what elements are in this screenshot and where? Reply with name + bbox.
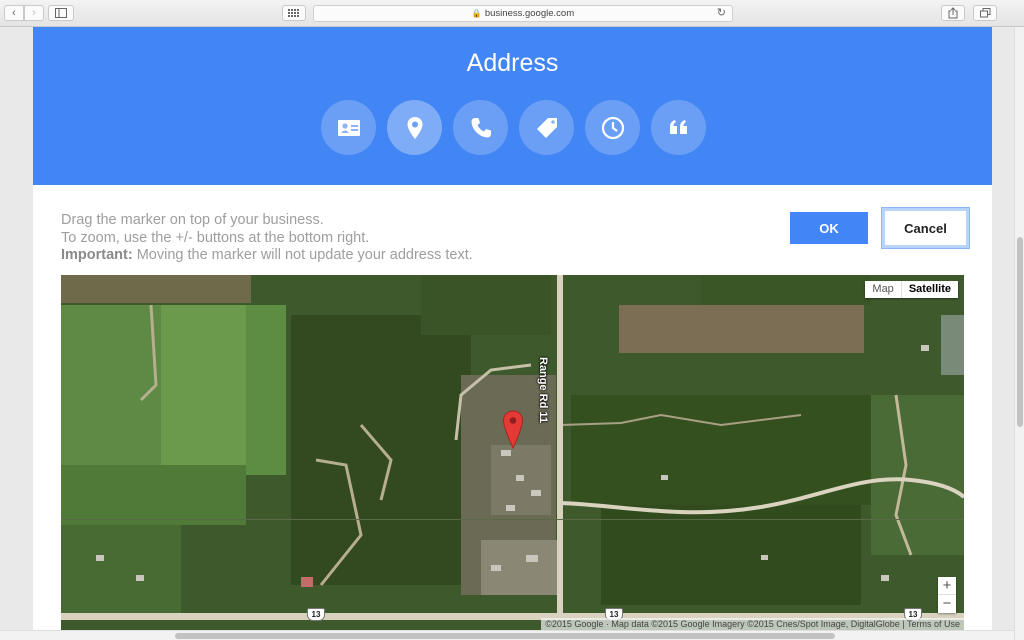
- zoom-in-button[interactable]: +: [938, 577, 956, 595]
- step-hours[interactable]: [585, 100, 640, 155]
- map-type-control: Map Satellite: [865, 281, 958, 298]
- vertical-scrollbar[interactable]: [1014, 27, 1024, 640]
- instruction-drag: Drag the marker on top of your business.: [61, 212, 324, 228]
- browser-toolbar: ‹ › 🔒 business.google.com ↻: [0, 0, 1024, 27]
- forward-button[interactable]: ›: [24, 5, 44, 21]
- cancel-button[interactable]: Cancel: [881, 207, 970, 249]
- back-button[interactable]: ‹: [4, 5, 24, 21]
- grid-icon: [288, 9, 299, 17]
- address-dialog: Address Drag the marker on top of your b…: [33, 27, 992, 640]
- step-description[interactable]: [651, 100, 706, 155]
- step-phone[interactable]: [453, 100, 508, 155]
- quote-icon: [669, 119, 687, 134]
- share-icon: [948, 7, 958, 19]
- important-text: Moving the marker will not update your a…: [132, 247, 473, 263]
- horizontal-scroll-thumb[interactable]: [175, 633, 835, 639]
- contact-card-icon: [337, 119, 360, 136]
- zoom-out-button[interactable]: −: [938, 595, 956, 613]
- dialog-header: Address: [33, 27, 992, 185]
- sidebar-toggle-button[interactable]: [48, 5, 74, 21]
- tag-icon: [536, 117, 557, 138]
- top-sites-button[interactable]: [282, 5, 306, 21]
- zoom-control: + −: [938, 577, 956, 613]
- satellite-imagery[interactable]: [61, 275, 964, 630]
- instruction-zoom: To zoom, use the +/- buttons at the bott…: [61, 229, 370, 246]
- url-text: business.google.com: [484, 8, 575, 19]
- sidebar-icon: [55, 8, 67, 18]
- map-type-map-button[interactable]: Map: [865, 281, 902, 298]
- phone-icon: [471, 117, 491, 137]
- highway-shield-left: 13: [307, 608, 325, 621]
- step-category[interactable]: [519, 100, 574, 155]
- show-tabs-button[interactable]: [973, 5, 997, 21]
- clock-icon: [601, 116, 624, 139]
- vertical-scroll-thumb[interactable]: [1017, 237, 1023, 427]
- instructions: Drag the marker on top of your business.…: [61, 212, 473, 265]
- step-contact-info[interactable]: [321, 100, 376, 155]
- horizontal-scrollbar[interactable]: [0, 630, 1014, 640]
- step-address[interactable]: [387, 100, 442, 155]
- step-navigation: [321, 100, 706, 155]
- important-label: Important:: [61, 247, 133, 263]
- tabs-icon: [979, 8, 990, 18]
- road-label: Range Rd 11: [537, 357, 549, 424]
- page-title: Address: [466, 49, 559, 77]
- address-bar[interactable]: 🔒 business.google.com ↻: [313, 5, 733, 22]
- location-pin-icon: [407, 116, 422, 139]
- map-view[interactable]: Range Rd 11 13 13 13 Map Satellite + − ©…: [61, 275, 964, 630]
- ok-button[interactable]: OK: [790, 212, 868, 244]
- map-attribution: ©2015 Google · Map data ©2015 Google Ima…: [541, 618, 964, 630]
- reload-icon[interactable]: ↻: [717, 6, 726, 21]
- share-button[interactable]: [941, 5, 965, 21]
- map-type-satellite-button[interactable]: Satellite: [902, 281, 958, 298]
- location-marker[interactable]: [502, 410, 524, 450]
- instruction-important: Important: Moving the marker will not up…: [61, 247, 473, 265]
- lock-icon: 🔒: [471, 9, 482, 18]
